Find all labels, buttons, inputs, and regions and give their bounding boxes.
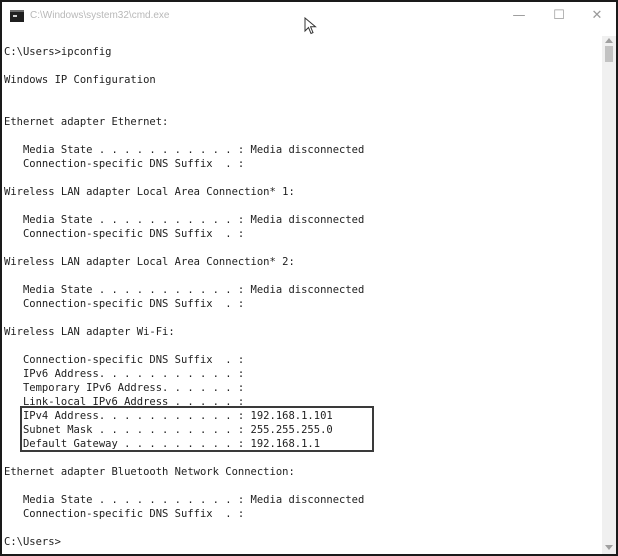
- console-line: C:\Users>: [4, 536, 61, 548]
- console-line: Ethernet adapter Ethernet:: [4, 116, 169, 128]
- scroll-down-arrow-icon[interactable]: [605, 545, 613, 550]
- console-line: Connection-specific DNS Suffix . :: [4, 228, 245, 240]
- scroll-thumb[interactable]: [605, 46, 613, 62]
- console-line: Media State . . . . . . . . . . . : Medi…: [4, 144, 365, 156]
- cmd-icon: [10, 10, 24, 22]
- console-line: Connection-specific DNS Suffix . :: [4, 158, 245, 170]
- console-line: Connection-specific DNS Suffix . :: [4, 508, 245, 520]
- console-line: Wireless LAN adapter Wi-Fi:: [4, 326, 175, 338]
- close-button[interactable]: ✕: [578, 4, 616, 28]
- console-line: Media State . . . . . . . . . . . : Medi…: [4, 214, 365, 226]
- console-line: Media State . . . . . . . . . . . : Medi…: [4, 284, 365, 296]
- console-line: Windows IP Configuration: [4, 74, 156, 86]
- console-line: C:\Users>ipconfig: [4, 46, 112, 58]
- vertical-scrollbar[interactable]: [602, 36, 616, 554]
- minimize-button[interactable]: —: [500, 4, 538, 28]
- console-line: Connection-specific DNS Suffix . :: [4, 354, 245, 366]
- scroll-up-arrow-icon[interactable]: [605, 38, 613, 43]
- console-line: Media State . . . . . . . . . . . : Medi…: [4, 494, 365, 506]
- maximize-button[interactable]: ☐: [540, 4, 578, 28]
- console-output[interactable]: C:\Users>ipconfig Windows IP Configuratio…: [2, 36, 602, 554]
- console-line: Temporary IPv6 Address. . . . . . :: [4, 382, 245, 394]
- mouse-pointer-icon: [304, 17, 317, 35]
- window-title: C:\Windows\system32\cmd.exe: [30, 10, 170, 21]
- cmd-window: C:\Windows\system32\cmd.exe — ☐ ✕ C:\Use…: [0, 0, 618, 556]
- console-line: Wireless LAN adapter Local Area Connecti…: [4, 256, 295, 268]
- console-line: Connection-specific DNS Suffix . :: [4, 298, 245, 310]
- console-line: IPv6 Address. . . . . . . . . . . :: [4, 368, 245, 380]
- console-line: Wireless LAN adapter Local Area Connecti…: [4, 186, 295, 198]
- ipv4-subnet-gateway-highlight: [20, 406, 374, 452]
- console-line: Ethernet adapter Bluetooth Network Conne…: [4, 466, 295, 478]
